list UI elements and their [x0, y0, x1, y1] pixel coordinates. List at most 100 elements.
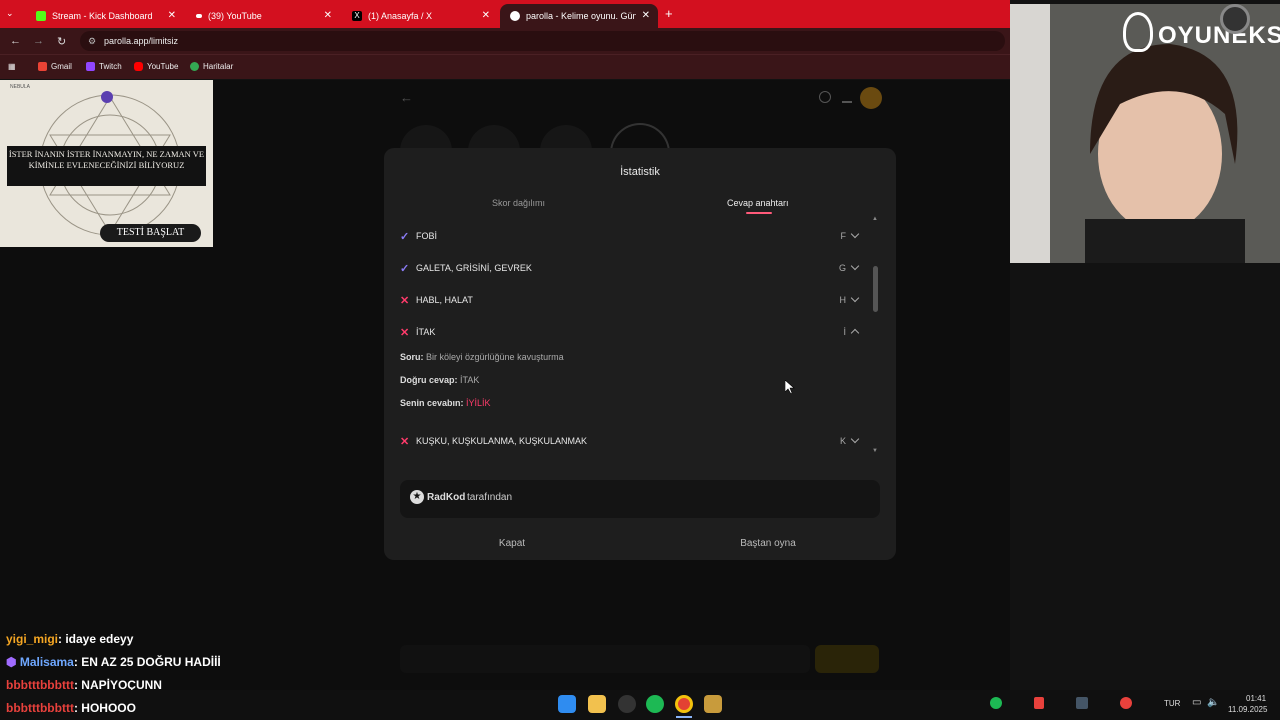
tab-score-distribution[interactable]: Skor dağılımı	[492, 198, 545, 208]
language-indicator[interactable]: TUR	[1164, 699, 1180, 708]
active-tab-indicator	[746, 212, 772, 214]
apps-icon[interactable]: ▦	[8, 58, 16, 74]
windows-start-icon[interactable]	[558, 695, 576, 713]
correct-answer-detail: Doğru cevap: İTAK	[400, 375, 480, 385]
chevron-down-icon[interactable]	[850, 434, 860, 444]
spotify-tray-icon[interactable]	[990, 697, 1002, 709]
chevron-down-icon[interactable]	[850, 229, 860, 239]
submit-button[interactable]	[815, 645, 879, 673]
address-bar[interactable]: ⚙ parolla.app/limitsiz	[80, 31, 1005, 51]
new-tab-icon[interactable]: +	[665, 6, 673, 21]
author-credit: ★ RadKod tarafından	[400, 480, 880, 518]
answer-row[interactable]: ✓ GALETA, GRİSİNİ, GEVREK G	[400, 252, 868, 284]
scrollbar[interactable]: ▲ ▼	[872, 216, 879, 458]
answer-row[interactable]: ✕ KUŞKU, KUŞKULANMA, KUŞKULANMAK K	[400, 425, 868, 456]
check-icon: ✓	[400, 262, 410, 275]
check-icon: ✓	[400, 230, 410, 243]
parolla-icon	[510, 11, 520, 21]
network-icon[interactable]: ▭	[1192, 697, 1201, 708]
answer-row[interactable]: ✕ HABL, HALAT H	[400, 284, 868, 316]
close-icon[interactable]: ✕	[324, 10, 332, 21]
clock-time[interactable]: 01:41	[1246, 694, 1266, 703]
tab-label: (39) YouTube	[208, 11, 262, 21]
spotify-icon[interactable]	[646, 695, 664, 713]
active-app-indicator	[676, 716, 692, 718]
chevron-up-icon[interactable]	[850, 328, 860, 338]
league-of-legends-icon[interactable]	[704, 695, 722, 713]
answer-row[interactable]: ✓ FOBİ F	[400, 220, 868, 252]
kick-icon	[36, 11, 46, 21]
back-icon[interactable]: ←	[10, 35, 21, 47]
answer-letter: G	[838, 263, 846, 273]
tray-app-icon[interactable]	[1120, 697, 1132, 709]
scroll-up-arrow-icon[interactable]: ▲	[872, 216, 878, 222]
forward-icon[interactable]: →	[33, 35, 44, 47]
overlay-brand: OYUNEKS	[1158, 22, 1280, 49]
scroll-down-arrow-icon[interactable]: ▼	[872, 448, 878, 454]
chevron-down-icon[interactable]	[850, 293, 860, 303]
taskbar	[0, 690, 1280, 720]
ad-headline: İSTER İNANIN İSTER İNANMAYIN, NE ZAMAN V…	[7, 146, 206, 186]
cross-icon: ✕	[400, 435, 410, 448]
tab-search-chevron-icon[interactable]: ⌄	[6, 8, 20, 20]
tray-app-icon[interactable]	[1034, 697, 1044, 709]
bookmark-twitch[interactable]: Twitch	[86, 58, 122, 74]
bookmark-maps[interactable]: Haritalar	[190, 58, 233, 74]
scrollbar-thumb[interactable]	[873, 266, 878, 312]
tab-kick[interactable]: Stream - Kick Dashboard ✕	[26, 4, 184, 28]
gmail-icon	[38, 61, 47, 71]
obs-icon[interactable]	[618, 695, 636, 713]
answer-text: KUŞKU, KUŞKULANMA, KUŞKULANMAK	[416, 436, 588, 446]
bookmark-youtube[interactable]: YouTube	[134, 58, 178, 74]
tab-parolla[interactable]: parolla - Kelime oyunu. Günlük ✕	[500, 4, 658, 28]
ad-cta-button[interactable]: TESTİ BAŞLAT	[100, 224, 201, 242]
chrome-icon[interactable]	[675, 695, 693, 713]
mouse-cursor-icon	[785, 380, 795, 394]
info-icon[interactable]	[819, 91, 831, 103]
answer-text: FOBİ	[416, 231, 438, 241]
star-icon: ★	[410, 490, 424, 504]
bookmark-gmail[interactable]: Gmail	[38, 58, 72, 74]
modal-title: İstatistik	[620, 166, 660, 178]
close-button[interactable]: Kapat	[470, 538, 554, 549]
author-name[interactable]: RadKod	[427, 492, 465, 503]
youtube-icon	[196, 14, 202, 18]
tab-x[interactable]: X (1) Anasayfa / X ✕	[342, 4, 498, 28]
file-explorer-icon[interactable]	[588, 695, 606, 713]
tab-answer-key[interactable]: Cevap anahtarı	[727, 198, 789, 208]
answer-input[interactable]	[400, 645, 810, 673]
badge-icon: ⬢	[6, 655, 17, 669]
url-text: parolla.app/limitsiz	[104, 36, 179, 46]
chevron-down-icon[interactable]	[850, 261, 860, 271]
tab-label: parolla - Kelime oyunu. Günlük	[526, 11, 636, 21]
chat-message: bbbtttbbbttt: HOHOOO	[6, 701, 136, 715]
close-icon[interactable]: ✕	[168, 10, 176, 21]
maps-icon	[190, 61, 199, 71]
reload-icon[interactable]: ↻	[57, 35, 66, 48]
tab-label: Stream - Kick Dashboard	[52, 11, 153, 21]
chat-message: ⬢ Malisama: EN AZ 25 DOĞRU HADİİİ	[6, 655, 221, 669]
answer-text: HABL, HALAT	[416, 295, 473, 305]
twitch-icon	[86, 61, 95, 71]
clock-date[interactable]: 11.09.2025	[1228, 705, 1267, 714]
tab-youtube[interactable]: (39) YouTube ✕	[186, 4, 340, 28]
cross-icon: ✕	[400, 294, 410, 307]
answer-text: GALETA, GRİSİNİ, GEVREK	[416, 263, 532, 273]
answer-letter: İ	[843, 327, 846, 337]
stats-icon[interactable]	[842, 91, 852, 103]
x-icon: X	[352, 11, 362, 21]
site-info-icon[interactable]: ⚙	[88, 31, 96, 51]
volume-icon[interactable]: 🔈	[1207, 697, 1219, 708]
answer-row-expanded[interactable]: ✕ İTAK İ	[400, 316, 868, 348]
close-icon[interactable]: ✕	[642, 10, 650, 21]
back-arrow-icon[interactable]: ←	[400, 90, 413, 105]
close-icon[interactable]: ✕	[482, 10, 490, 21]
steam-icon[interactable]	[1076, 697, 1088, 709]
avatar[interactable]	[860, 87, 882, 109]
answer-letter: K	[839, 436, 846, 446]
answer-letter: H	[839, 295, 847, 305]
cross-icon: ✕	[400, 326, 410, 339]
question-detail: Soru: Bir köleyi özgürlüğüne kavuşturma	[400, 352, 564, 362]
restart-button[interactable]: Baştan oyna	[720, 538, 816, 549]
oyuneks-logo-icon	[1123, 12, 1153, 52]
